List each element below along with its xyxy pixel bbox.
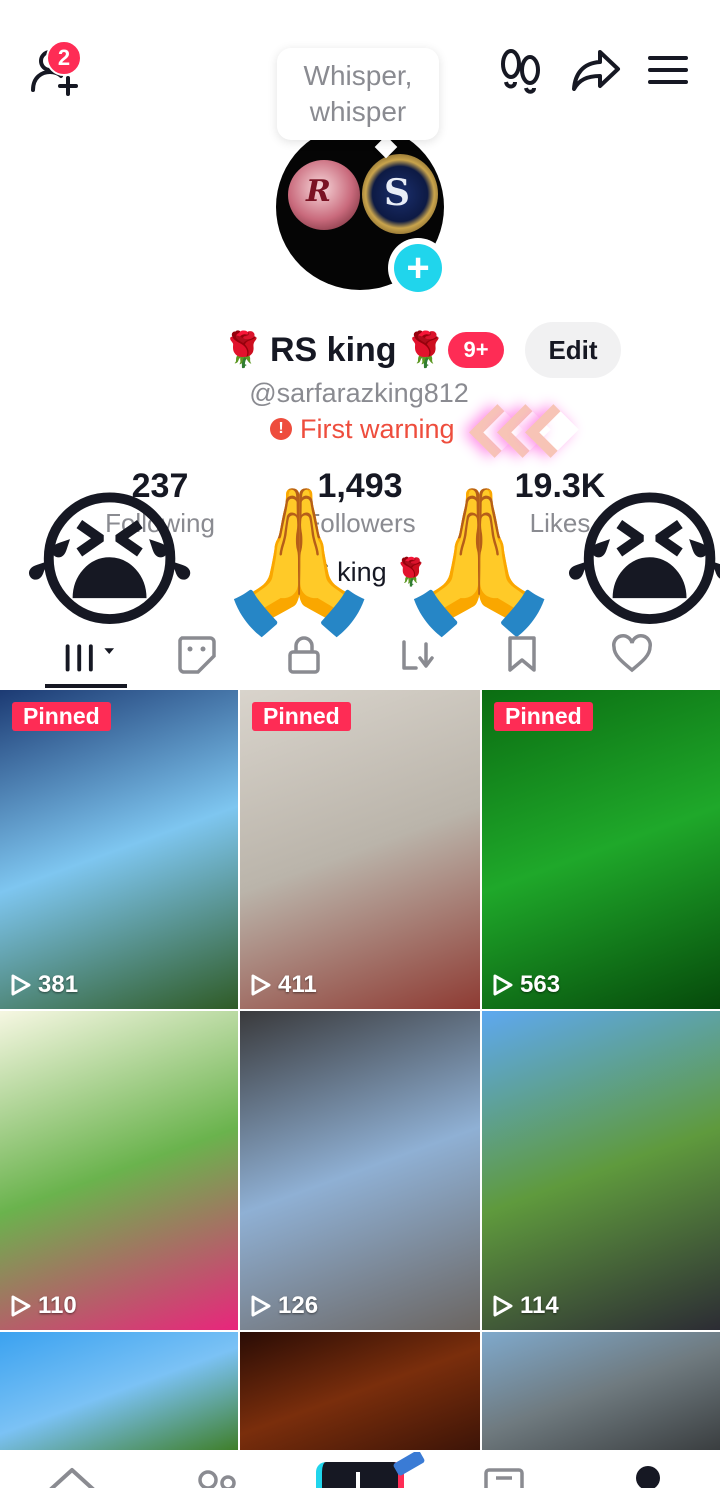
reposts-tab[interactable] <box>386 626 446 682</box>
view-count: 110 <box>10 1292 77 1320</box>
rose-emoji-left: 🌹 <box>222 331 265 369</box>
praying-hands-emoji-right: 🙏 <box>392 481 567 638</box>
play-icon <box>493 974 513 996</box>
video-thumbnail[interactable] <box>0 1332 238 1450</box>
glowing-chevrons-sticker <box>469 396 596 466</box>
warning-text: First warning <box>300 413 455 444</box>
tooltip-line-1: Whisper, <box>303 60 413 91</box>
praying-hands-emoji-left: 🙏 <box>212 481 387 638</box>
tooltip-line-2: whisper <box>309 96 407 127</box>
display-name: RS king <box>270 331 397 369</box>
pinned-badge: Pinned <box>494 702 593 731</box>
play-icon <box>11 974 31 996</box>
pinned-badge: Pinned <box>252 702 351 731</box>
view-count: 114 <box>492 1292 559 1320</box>
stickers-tab[interactable] <box>166 626 226 682</box>
inbox-icon[interactable] <box>482 1466 526 1488</box>
video-thumbnail[interactable]: 114 <box>482 1011 720 1330</box>
name-badge[interactable]: 9+ <box>448 332 504 368</box>
menu-button[interactable] <box>644 50 692 90</box>
view-count-value: 563 <box>520 971 561 998</box>
bookmark-icon <box>508 636 536 672</box>
add-story-button[interactable]: + <box>388 238 448 298</box>
name-row: 🌹 RS king 🌹 9+ Edit <box>0 322 720 378</box>
view-count-value: 381 <box>38 971 79 998</box>
play-icon <box>493 1295 513 1317</box>
profile-views-button[interactable] <box>496 46 546 96</box>
footprint-icon <box>501 49 540 94</box>
plus-icon: + <box>394 244 442 292</box>
rose-emoji-right: 🌹 <box>404 331 447 369</box>
profile-tabs <box>0 626 720 690</box>
videos-tab[interactable] <box>56 626 116 682</box>
first-warning-link[interactable]: ! First warning <box>270 414 455 444</box>
view-count-value: 114 <box>520 1292 559 1319</box>
sparkle-icon <box>392 1452 426 1477</box>
video-thumbnail[interactable]: Pinned 411 <box>240 690 480 1009</box>
crying-emoji-right: 😭 <box>562 477 720 645</box>
crying-emoji-left: 😭 <box>22 477 198 645</box>
lock-icon <box>288 636 320 674</box>
video-thumbnail[interactable] <box>482 1332 720 1450</box>
sticker-icon <box>178 636 216 674</box>
play-icon <box>11 1295 31 1317</box>
video-thumbnail[interactable]: Pinned 381 <box>0 690 238 1009</box>
friends-icon[interactable] <box>196 1466 240 1488</box>
view-count: 563 <box>492 971 560 999</box>
video-thumbnail[interactable]: Pinned 563 <box>482 690 720 1009</box>
plus-icon <box>356 1472 360 1488</box>
whisper-tooltip[interactable]: Whisper, whisper <box>277 48 439 140</box>
video-thumbnail[interactable]: 126 <box>240 1011 480 1330</box>
video-thumbnail[interactable] <box>240 1332 480 1450</box>
create-button[interactable] <box>316 1462 404 1488</box>
notification-badge: 2 <box>46 40 82 76</box>
share-profile-button[interactable] <box>568 44 624 96</box>
view-count-value: 411 <box>278 971 317 998</box>
private-tab[interactable] <box>274 626 334 682</box>
warning-icon: ! <box>270 418 292 440</box>
home-icon[interactable] <box>46 1464 98 1488</box>
repost-icon <box>402 640 434 670</box>
play-icon <box>251 1295 271 1317</box>
view-count: 411 <box>250 971 317 999</box>
play-icon <box>251 974 271 996</box>
liked-tab[interactable] <box>602 626 662 682</box>
video-grid: Pinned 381 Pinned 411 Pinned 563 110 126 114 <box>0 690 720 1450</box>
view-count: 381 <box>10 971 78 999</box>
bottom-navigation <box>0 1452 720 1488</box>
view-count: 126 <box>250 1292 318 1320</box>
avatar-heart-s: S <box>362 154 438 234</box>
pinned-badge: Pinned <box>12 702 111 731</box>
share-icon <box>572 50 620 91</box>
grid-icon <box>65 644 115 672</box>
view-count-value: 126 <box>278 1292 319 1319</box>
profile-icon[interactable] <box>636 1466 660 1488</box>
avatar-heart-r: R <box>288 160 360 230</box>
view-count-value: 110 <box>38 1292 77 1319</box>
edit-profile-button[interactable]: Edit <box>525 322 621 378</box>
active-tab-indicator <box>45 684 127 688</box>
username: @sarfarazking812 <box>249 378 469 408</box>
hamburger-menu-icon <box>648 56 688 84</box>
heart-icon <box>612 634 652 673</box>
favorites-tab[interactable] <box>492 626 552 682</box>
video-thumbnail[interactable]: 110 <box>0 1011 238 1330</box>
